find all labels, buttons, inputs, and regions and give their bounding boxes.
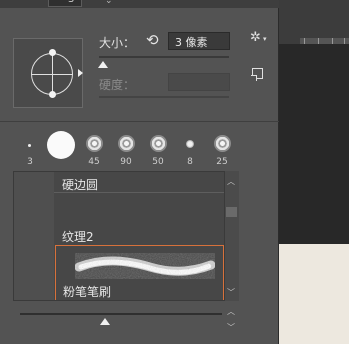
recent-brush-size: 50 xyxy=(152,157,164,167)
recent-brush-size: 3 xyxy=(27,157,33,167)
scrollbar-thumb[interactable] xyxy=(226,207,237,217)
chalk-brush-stroke-preview xyxy=(75,253,215,279)
recent-brush-size: 90 xyxy=(120,157,132,167)
brush-tip-small-soft xyxy=(186,140,194,148)
recent-brush[interactable]: 25 xyxy=(207,128,237,170)
hardness-slider xyxy=(99,96,229,98)
recent-brush-size: 25 xyxy=(216,157,228,167)
recent-brush-size: 8 xyxy=(187,157,193,167)
gear-icon[interactable]: ✲ xyxy=(250,30,261,45)
angle-arrow-icon[interactable] xyxy=(78,69,83,77)
size-input[interactable]: 3 像素 xyxy=(168,32,230,50)
recent-brush[interactable]: 50 xyxy=(143,128,173,170)
preview-size-slider[interactable] xyxy=(20,313,222,315)
hardness-input xyxy=(168,73,230,91)
options-bar-value: 3 xyxy=(68,0,74,5)
roundness-handle-bottom[interactable] xyxy=(49,91,56,98)
recent-brush[interactable]: 90 xyxy=(111,128,141,170)
angle-axis-vertical xyxy=(52,53,53,95)
chevron-up-icon[interactable]: ︿ xyxy=(227,306,235,317)
size-label: 大小： xyxy=(99,36,136,50)
chevron-down-icon[interactable]: ﹀ xyxy=(227,322,235,333)
recent-brush-size: 45 xyxy=(88,157,100,167)
options-bar xyxy=(0,0,279,8)
brush-preset-name[interactable]: 粉笔笔刷 xyxy=(63,283,111,300)
brush-tip-textured xyxy=(214,135,231,152)
document-canvas-dark xyxy=(279,44,349,244)
brush-tip-dot xyxy=(28,144,31,147)
recent-brush[interactable]: 3 xyxy=(15,128,45,170)
list-thumbnail-column xyxy=(14,172,54,300)
recent-brush[interactable]: 8 xyxy=(175,128,205,170)
hardness-label: 硬度： xyxy=(99,78,136,92)
document-canvas-light xyxy=(279,244,349,344)
preview-size-slider-thumb[interactable] xyxy=(99,318,110,325)
size-slider[interactable] xyxy=(99,56,229,58)
list-item-selected[interactable]: 粉笔笔刷 xyxy=(55,245,224,300)
new-preset-icon-fold xyxy=(251,75,257,81)
angle-roundness-icon[interactable] xyxy=(13,38,83,108)
reset-icon[interactable]: ⟲ xyxy=(146,31,159,49)
brush-preset-list: 硬边圆 纹理2 粉笔笔刷 xyxy=(13,171,239,301)
brush-tip-textured xyxy=(86,135,103,152)
list-row-divider xyxy=(54,192,238,193)
divider xyxy=(0,121,279,122)
list-scrollbar[interactable] xyxy=(224,171,239,301)
chevron-down-icon[interactable]: ﹀ xyxy=(227,287,235,298)
options-bar-field[interactable] xyxy=(48,0,82,7)
recent-brush[interactable] xyxy=(45,128,75,170)
roundness-handle-top[interactable] xyxy=(49,49,56,56)
brush-preset-name[interactable]: 纹理2 xyxy=(62,228,94,245)
size-slider-thumb[interactable] xyxy=(97,61,108,68)
brush-tip-textured xyxy=(118,135,135,152)
brush-preset-name[interactable]: 硬边圆 xyxy=(62,176,98,193)
chevron-down-icon[interactable]: ▾ xyxy=(263,35,267,43)
chevron-down-icon[interactable]: ⌄ xyxy=(105,0,113,6)
brush-tip-textured xyxy=(150,135,167,152)
chevron-up-icon[interactable]: ︿ xyxy=(227,176,235,187)
recent-brush[interactable]: 45 xyxy=(79,128,109,170)
brush-tip-hard-round xyxy=(47,131,75,159)
